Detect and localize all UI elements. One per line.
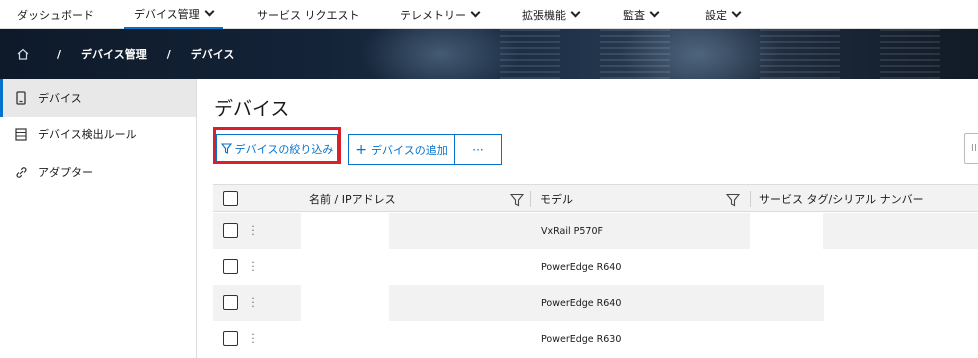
add-device-button[interactable]: + デバイスの追加: [348, 134, 455, 165]
banner-rack: [880, 29, 940, 79]
breadcrumb-separator: /: [166, 47, 171, 61]
chevron-down-icon: [649, 7, 660, 18]
chevron-down-icon: [470, 7, 481, 18]
breadcrumb-separator: /: [57, 47, 62, 61]
page-title: デバイス: [214, 98, 290, 120]
banner-glow: [360, 29, 520, 79]
column-separator: [530, 191, 531, 207]
left-sidebar: デバイス デバイス検出ルール アダプター: [0, 79, 197, 358]
nav-settings[interactable]: 設定: [705, 0, 742, 29]
filter-funnel-icon: [220, 143, 232, 154]
row-kebab-icon[interactable]: · · ·: [250, 257, 256, 276]
nav-label: デバイス管理: [134, 7, 200, 21]
nav-dashboard[interactable]: ダッシュボード: [17, 0, 94, 29]
breadcrumb-device-management[interactable]: デバイス管理: [81, 46, 147, 62]
column-header-name[interactable]: 名前 / IPアドレス: [309, 185, 396, 212]
table-row[interactable]: · · · PowerEdge R640: [213, 249, 978, 285]
more-actions-label: ···: [472, 142, 484, 157]
plus-icon: +: [355, 141, 368, 158]
add-device-label: デバイスの追加: [371, 143, 448, 157]
chevron-down-icon: [204, 6, 215, 17]
model-cell: PowerEdge R640: [541, 261, 622, 273]
nav-label: ダッシュボード: [17, 8, 94, 22]
nav-audit[interactable]: 監査: [623, 0, 660, 29]
filter-devices-label: デバイスの絞り込み: [234, 142, 334, 156]
row-checkbox[interactable]: [223, 331, 238, 346]
sidebar-item-discovery-rules[interactable]: デバイス検出ルール: [0, 115, 196, 153]
nav-label: 設定: [705, 8, 727, 22]
top-navigation: ダッシュボード デバイス管理 サービス リクエスト テレメトリー 拡張機能 監査…: [0, 0, 978, 29]
banner-rack: [600, 29, 670, 79]
model-cell: VxRail P570F: [541, 225, 603, 237]
chevron-down-icon: [570, 7, 581, 18]
link-icon: [14, 165, 28, 179]
nav-service-request[interactable]: サービス リクエスト: [257, 0, 360, 29]
sidebar-item-label: アダプター: [38, 166, 93, 179]
breadcrumb-devices: デバイス: [190, 48, 235, 61]
home-icon[interactable]: [17, 48, 29, 60]
row-checkbox[interactable]: [223, 259, 238, 274]
search-input-text: II: [971, 143, 977, 154]
nav-label: 拡張機能: [522, 8, 566, 22]
column-filter-funnel-icon[interactable]: [725, 192, 741, 207]
device-table: 名前 / IPアドレス モデル サービス タグ/シリアル ナンバー · · · Vx…: [213, 184, 978, 358]
nav-label: 監査: [623, 8, 645, 22]
table-row[interactable]: · · · VxRail P570F: [213, 213, 978, 249]
banner-rack: [500, 29, 560, 79]
sidebar-item-adapters[interactable]: アダプター: [0, 153, 196, 191]
nav-extensions[interactable]: 拡張機能: [522, 0, 581, 29]
table-row[interactable]: · · · PowerEdge R640: [213, 285, 978, 321]
banner-rack: [760, 29, 840, 79]
model-cell: PowerEdge R630: [541, 333, 622, 345]
sidebar-item-devices[interactable]: デバイス: [0, 79, 196, 117]
redacted-name-cell: [301, 213, 389, 249]
filter-devices-button[interactable]: デバイスの絞り込み: [216, 134, 338, 163]
select-all-checkbox[interactable]: [223, 191, 238, 206]
row-checkbox[interactable]: [223, 223, 238, 238]
phone-device-icon: [14, 91, 28, 105]
column-separator: [750, 191, 751, 207]
more-actions-button[interactable]: ···: [454, 134, 502, 165]
server-list-icon: [14, 127, 28, 141]
redacted-service-tag-cell: [750, 213, 823, 249]
nav-label: サービス リクエスト: [257, 8, 360, 22]
column-header-model[interactable]: モデル: [540, 185, 573, 212]
model-cell: PowerEdge R640: [541, 297, 622, 309]
column-filter-funnel-icon[interactable]: [509, 192, 525, 207]
table-row[interactable]: · · · PowerEdge R630: [213, 321, 978, 357]
sidebar-item-label: デバイス: [38, 92, 82, 105]
row-kebab-icon[interactable]: · · ·: [250, 293, 256, 312]
chevron-down-icon: [731, 7, 742, 18]
nav-label: テレメトリー: [400, 8, 466, 22]
breadcrumb: / デバイス管理 / デバイス: [17, 29, 234, 79]
row-checkbox[interactable]: [223, 295, 238, 310]
redacted-service-tag-cell: [824, 285, 978, 321]
nav-telemetry[interactable]: テレメトリー: [400, 0, 481, 29]
table-header: 名前 / IPアドレス モデル サービス タグ/シリアル ナンバー: [213, 184, 978, 212]
row-kebab-icon[interactable]: · · ·: [250, 221, 256, 240]
row-kebab-icon[interactable]: · · ·: [250, 329, 256, 348]
redacted-name-cell: [301, 285, 389, 321]
nav-device-management[interactable]: デバイス管理: [124, 0, 223, 29]
sidebar-item-label: デバイス検出ルール: [38, 128, 137, 141]
search-input[interactable]: II: [964, 133, 978, 164]
column-header-service-tag[interactable]: サービス タグ/シリアル ナンバー: [759, 185, 924, 212]
